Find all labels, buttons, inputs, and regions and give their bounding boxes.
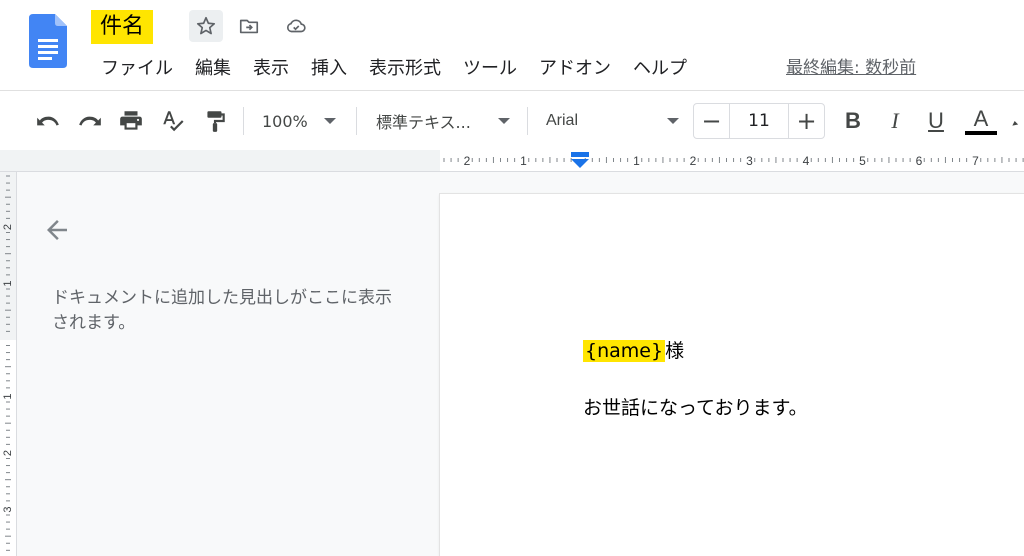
bold-button[interactable]: B — [838, 103, 868, 139]
app-header: 件名 ファイル 編集 表示 挿入 表示形式 ツール アドオン ヘルプ 最終編集:… — [0, 0, 1024, 90]
first-line-indent-marker — [571, 152, 589, 157]
menu-help[interactable]: ヘルプ — [622, 55, 698, 83]
ruler-label: 2 — [464, 154, 471, 168]
paragraph-style-value: 標準テキス... — [376, 113, 471, 132]
vertical-ruler-label: 3 — [2, 506, 14, 512]
cloud-saved-icon[interactable] — [279, 10, 313, 42]
font-size-decrease-button[interactable]: − — [694, 104, 730, 138]
ruler-label: 7 — [972, 154, 979, 168]
toolbar-divider — [527, 107, 528, 135]
paragraph-style-select[interactable]: 標準テキス... — [376, 103, 510, 139]
font-value: Arial — [546, 112, 579, 129]
document-title[interactable]: 件名 — [91, 10, 154, 44]
underline-button[interactable]: U — [921, 103, 951, 139]
toolbar-divider — [243, 107, 244, 135]
print-icon[interactable] — [116, 103, 146, 139]
menu-view[interactable]: 表示 — [242, 55, 300, 83]
chevron-down-icon — [667, 118, 679, 124]
move-to-folder-icon[interactable] — [232, 10, 266, 42]
honorific-text[interactable]: 様 — [665, 340, 684, 362]
text-color-swatch — [965, 131, 997, 135]
last-edit-link[interactable]: 最終編集: 数秒前 — [786, 55, 916, 81]
vertical-ruler-label: 1 — [2, 393, 14, 399]
text-color-letter: A — [973, 106, 989, 131]
menu-tools[interactable]: ツール — [452, 55, 528, 83]
zoom-select[interactable]: 100% — [262, 103, 350, 139]
ruler-label: 1 — [633, 154, 640, 168]
menu-format[interactable]: 表示形式 — [358, 55, 452, 83]
paint-format-icon[interactable] — [200, 103, 230, 139]
ruler-label: 3 — [746, 154, 753, 168]
menu-file[interactable]: ファイル — [90, 55, 184, 83]
document-line-salutation[interactable]: {name} 様 — [583, 334, 684, 368]
ruler-label: 1 — [520, 154, 527, 168]
font-size-stepper: − 11 + — [693, 103, 825, 139]
font-size-input[interactable]: 11 — [730, 104, 788, 138]
ruler-label: 5 — [859, 154, 866, 168]
name-placeholder[interactable]: {name} — [583, 340, 666, 362]
document-line-greeting[interactable]: お世話になっております。 — [583, 393, 808, 423]
spellcheck-icon[interactable] — [158, 103, 188, 139]
arrow-left-icon[interactable] — [42, 215, 72, 245]
undo-icon[interactable] — [33, 103, 63, 139]
ruler-label: 2 — [690, 154, 697, 168]
docs-logo-icon[interactable] — [29, 14, 67, 68]
vertical-ruler-label: 2 — [2, 450, 14, 456]
chevron-down-icon — [323, 118, 336, 124]
toolbar-divider — [356, 107, 357, 135]
horizontal-ruler[interactable]: 2 1 1 2 3 4 5 6 7 — [0, 150, 1024, 172]
font-select[interactable]: Arial — [546, 103, 679, 139]
chevron-down-icon — [498, 118, 510, 124]
menu-edit[interactable]: 編集 — [184, 55, 242, 83]
zoom-value: 100% — [262, 111, 308, 131]
toolbar: 100% 標準テキス... Arial − 11 + B I U A — [0, 90, 1024, 152]
menu-insert[interactable]: 挿入 — [300, 55, 358, 83]
highlight-icon[interactable] — [1010, 103, 1024, 139]
text-color-button[interactable]: A — [964, 103, 998, 139]
left-indent-marker — [571, 159, 589, 168]
star-icon[interactable] — [189, 10, 223, 42]
vertical-ruler-label: 2 — [2, 224, 14, 230]
redo-icon[interactable] — [75, 103, 105, 139]
outline-empty-hint: ドキュメントに追加した見出しがここに表示されます。 — [52, 288, 392, 333]
ruler-label: 6 — [916, 154, 923, 168]
italic-button[interactable]: I — [880, 103, 910, 139]
font-size-increase-button[interactable]: + — [788, 104, 824, 138]
vertical-ruler[interactable]: 2 1 1 2 3 — [0, 172, 17, 556]
vertical-ruler-label: 1 — [2, 280, 14, 286]
ruler-label: 4 — [803, 154, 810, 168]
menu-bar: ファイル 編集 表示 挿入 表示形式 ツール アドオン ヘルプ — [90, 55, 698, 83]
ruler-ticks: 2 1 1 2 3 4 5 6 7 — [443, 152, 1024, 168]
vertical-ruler-ticks: 2 1 1 2 3 — [2, 175, 14, 551]
menu-addons[interactable]: アドオン — [528, 55, 622, 83]
document-page[interactable] — [440, 194, 1024, 556]
